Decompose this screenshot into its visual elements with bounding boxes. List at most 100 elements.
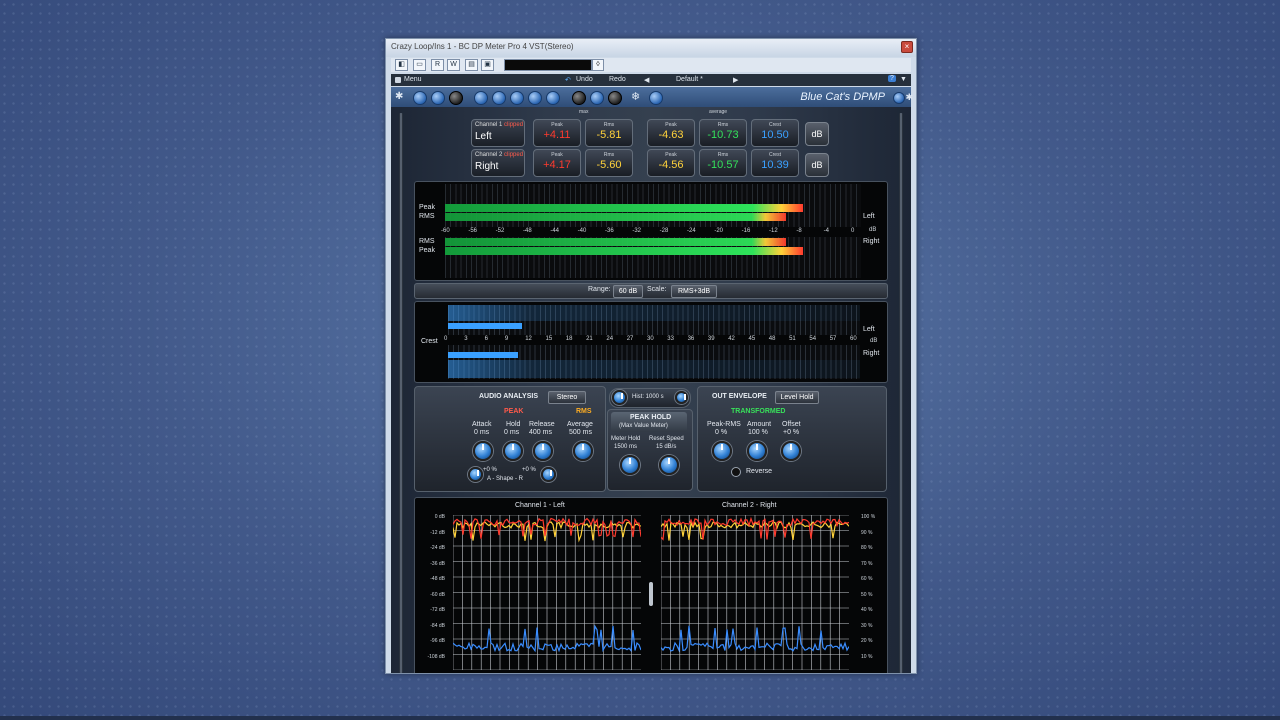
- window-title: Crazy Loop/Ins 1 - BC DP Meter Pro 4 VST…: [391, 42, 574, 51]
- toolbar-button-2[interactable]: [431, 91, 445, 105]
- menu-icon[interactable]: [395, 77, 401, 83]
- host-button-power[interactable]: ◧: [395, 59, 408, 71]
- attack-knob[interactable]: [473, 441, 493, 461]
- peak-hold-header: PEAK HOLD (Max Value Meter): [611, 412, 687, 432]
- envelope-mode-selector[interactable]: Level Hold: [775, 391, 819, 404]
- stop-button[interactable]: [608, 91, 622, 105]
- amount-knob[interactable]: [747, 441, 767, 461]
- ch2-avg-peak[interactable]: Peak -4.56: [647, 149, 695, 177]
- collapse-button[interactable]: ▼: [900, 76, 907, 83]
- title-bar[interactable]: Crazy Loop/Ins 1 - BC DP Meter Pro 4 VST…: [386, 39, 916, 57]
- level-meter-tick-label: 0: [851, 228, 855, 234]
- ch2-max-rms[interactable]: Rms -5.60: [585, 149, 633, 177]
- ch1-max-peak[interactable]: Peak +4.11: [533, 119, 581, 147]
- transformed-title: TRANSFORMED: [731, 408, 786, 415]
- right-rms-bar: [445, 238, 786, 246]
- host-button-write[interactable]: W: [447, 59, 460, 71]
- toolbar-button-4[interactable]: [474, 91, 488, 105]
- meter-hold-knob[interactable]: [620, 455, 640, 475]
- toolbar-button-5[interactable]: [492, 91, 506, 105]
- host-button-read[interactable]: R: [431, 59, 444, 71]
- menu-button[interactable]: Menu: [404, 76, 422, 83]
- db-button-1[interactable]: dB: [805, 122, 829, 146]
- toolbar-button-1[interactable]: [413, 91, 427, 105]
- undo-icon[interactable]: ↶: [565, 76, 571, 84]
- db-axis-label: -108 dB: [427, 653, 445, 660]
- ch2-avg-rms[interactable]: Rms -10.57: [699, 149, 747, 177]
- level-meter-tick-label: -4: [823, 228, 829, 234]
- toolbar-button-6[interactable]: [510, 91, 524, 105]
- shape-right-value: +0 %: [522, 467, 536, 473]
- peak-hold-subtitle: (Max Value Meter): [619, 423, 668, 429]
- help-button[interactable]: ?: [888, 75, 896, 82]
- db-axis-label: -96 dB: [430, 638, 445, 644]
- crest-meter-tick-label: 18: [565, 336, 573, 342]
- preset-next-button[interactable]: ▶: [733, 76, 738, 84]
- percent-axis-label: 80 %: [861, 545, 873, 551]
- host-preset-field[interactable]: [504, 59, 592, 71]
- preset-name[interactable]: Default *: [676, 76, 703, 83]
- meter-db-unit: dB: [869, 227, 877, 233]
- peak-rms-knob[interactable]: [712, 441, 732, 461]
- level-meter-tick-label: -48: [523, 228, 532, 234]
- left-rms-bar: [445, 213, 786, 221]
- toolbar-button-10[interactable]: [649, 91, 663, 105]
- host-button-compare[interactable]: ▤: [465, 59, 478, 71]
- taskbar: [0, 716, 1280, 720]
- toolbar-button-9[interactable]: [590, 91, 604, 105]
- record-button[interactable]: [572, 91, 586, 105]
- percent-axis-label: 40 %: [861, 607, 873, 613]
- shape-r-knob[interactable]: [541, 467, 556, 482]
- reset-speed-knob[interactable]: [659, 455, 679, 475]
- host-dropdown-button[interactable]: ◊: [592, 59, 604, 71]
- scale-selector[interactable]: RMS+3dB: [671, 285, 717, 298]
- graph-splitter-handle[interactable]: [649, 582, 653, 606]
- redo-button[interactable]: Redo: [609, 76, 626, 83]
- meter-hold-label: Meter Hold: [611, 436, 641, 442]
- shape-a-knob[interactable]: [468, 467, 483, 482]
- shape-left-value: +0 %: [483, 467, 497, 473]
- attack-label: Attack: [472, 421, 492, 428]
- history-knob[interactable]: [612, 390, 627, 405]
- range-selector[interactable]: 60 dB: [613, 285, 643, 298]
- brand-logo-icon[interactable]: [893, 92, 905, 104]
- host-button-editor[interactable]: ▭: [413, 59, 426, 71]
- freeze-icon[interactable]: ❄: [631, 91, 643, 103]
- analysis-mode-selector[interactable]: Stereo: [548, 391, 586, 404]
- release-label: Release: [529, 421, 555, 428]
- undo-button[interactable]: Undo: [576, 76, 593, 83]
- close-button[interactable]: ×: [901, 41, 913, 53]
- percent-axis: 100 % 90 % 80 % 70 % 60 % 50 % 40 % 30 % 20 % 10 …: [861, 514, 887, 664]
- db-button-2[interactable]: dB: [805, 153, 829, 177]
- amount-label: Amount: [747, 421, 772, 428]
- crest-meter-tick-label: 36: [687, 336, 695, 342]
- right-peak-bar: [445, 247, 803, 255]
- attack-value: 0 ms: [474, 429, 490, 436]
- offset-label: Offset: [782, 421, 801, 428]
- toolbar-button-7[interactable]: [528, 91, 542, 105]
- channel-2-tag: Channel 2 clipped: [475, 152, 524, 158]
- host-button-copy[interactable]: ▣: [481, 59, 494, 71]
- gear-icon[interactable]: ✱: [905, 92, 913, 103]
- ch1-avg-peak[interactable]: Peak -4.63: [647, 119, 695, 147]
- ch1-avg-rms[interactable]: Rms -10.73: [699, 119, 747, 147]
- release-knob[interactable]: [533, 441, 553, 461]
- hold-knob[interactable]: [503, 441, 523, 461]
- level-meter-tick-label: -16: [741, 228, 751, 234]
- reverse-checkbox[interactable]: [731, 467, 741, 477]
- preset-prev-button[interactable]: ◀: [644, 76, 649, 84]
- average-knob[interactable]: [573, 441, 593, 461]
- ch1-crest[interactable]: Crest 10.50: [751, 119, 799, 147]
- channel-2-history-graph: [661, 515, 849, 670]
- ch2-crest[interactable]: Crest 10.39: [751, 149, 799, 177]
- amount-value: 100 %: [748, 429, 768, 436]
- level-meter-tick-label: -56: [468, 228, 477, 234]
- ch1-max-rms[interactable]: Rms -5.81: [585, 119, 633, 147]
- ch2-max-peak[interactable]: Peak +4.17: [533, 149, 581, 177]
- offset-knob[interactable]: [781, 441, 801, 461]
- toolbar-button-3[interactable]: [449, 91, 463, 105]
- history-reset-button[interactable]: [675, 391, 688, 404]
- settings-icon[interactable]: ✱: [395, 91, 407, 103]
- plugin-toolbar: ✱ ❄ Blue Cat's DPMP ✱: [391, 87, 913, 107]
- toolbar-button-8[interactable]: [546, 91, 560, 105]
